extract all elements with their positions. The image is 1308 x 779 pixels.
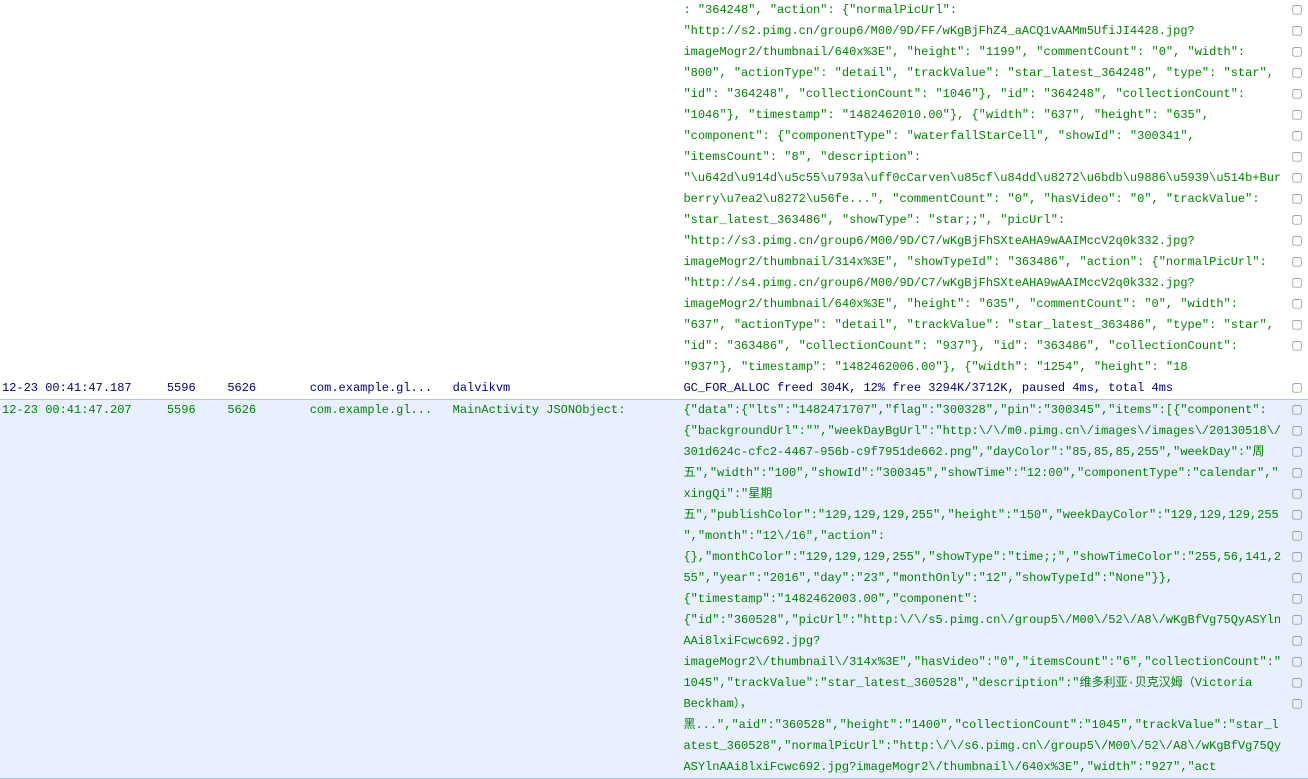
breakpoint-icon[interactable]: ▢	[1291, 487, 1302, 501]
breakpoint-icon[interactable]: ▢	[1291, 66, 1302, 80]
breakpoint-icon[interactable]: ▢	[1291, 655, 1302, 669]
log-package	[308, 0, 451, 378]
breakpoint-icon[interactable]: ▢	[1291, 318, 1302, 332]
log-message: {"data":{"lts":"1482471707","flag":"3003…	[681, 400, 1286, 779]
log-row[interactable]: 12-23 00:41:47.20755965626 com.example.gl…	[0, 400, 1308, 779]
breakpoint-icon[interactable]: ▢	[1291, 255, 1302, 269]
log-package: com.example.gl...	[308, 400, 451, 779]
breakpoint-icon[interactable]: ▢	[1291, 424, 1302, 438]
log-level	[286, 400, 308, 779]
log-tid	[225, 0, 285, 378]
breakpoint-icon[interactable]: ▢	[1291, 697, 1302, 711]
breakpoint-icon[interactable]: ▢	[1291, 592, 1302, 606]
breakpoint-icon[interactable]: ▢	[1291, 381, 1302, 395]
breakpoint-icon[interactable]: ▢	[1291, 24, 1302, 38]
log-pid: 5596	[165, 400, 225, 779]
log-time: 12-23 00:41:47.207	[0, 400, 165, 779]
breakpoint-icon[interactable]: ▢	[1291, 150, 1302, 164]
log-pid	[165, 0, 225, 378]
breakpoint-icon[interactable]: ▢	[1291, 634, 1302, 648]
breakpoint-icon[interactable]: ▢	[1291, 213, 1302, 227]
breakpoint-icon[interactable]: ▢	[1291, 403, 1302, 417]
breakpoint-icon[interactable]: ▢	[1291, 676, 1302, 690]
log-spacer	[648, 400, 681, 779]
breakpoint-icon[interactable]: ▢	[1291, 3, 1302, 17]
log-row[interactable]: 12-23 00:41:47.18755965626 com.example.gl…	[0, 378, 1308, 400]
breakpoint-icon[interactable]: ▢	[1291, 234, 1302, 248]
breakpoint-gutter[interactable]: ▢ ▢ ▢ ▢ ▢ ▢ ▢ ▢ ▢ ▢ ▢ ▢ ▢ ▢ ▢ ▢ ▢	[1286, 0, 1308, 378]
log-package: com.example.gl...	[308, 378, 451, 400]
log-tag: dalvikvm	[451, 378, 649, 400]
logcat-body: : "364248", "action": {"normalPicUrl": "…	[0, 0, 1308, 779]
breakpoint-icon[interactable]: ▢	[1291, 276, 1302, 290]
log-level	[286, 0, 308, 378]
log-level	[286, 378, 308, 400]
log-spacer	[648, 378, 681, 400]
log-pid: 5596	[165, 378, 225, 400]
breakpoint-icon[interactable]: ▢	[1291, 508, 1302, 522]
log-spacer	[648, 0, 681, 378]
breakpoint-icon[interactable]: ▢	[1291, 45, 1302, 59]
log-time	[0, 0, 165, 378]
log-message: GC_FOR_ALLOC freed 304K, 12% free 3294K/…	[681, 378, 1286, 400]
log-tid: 5626	[225, 400, 285, 779]
breakpoint-gutter[interactable]: ▢	[1286, 378, 1308, 400]
log-row[interactable]: : "364248", "action": {"normalPicUrl": "…	[0, 0, 1308, 378]
breakpoint-icon[interactable]: ▢	[1291, 297, 1302, 311]
breakpoint-icon[interactable]: ▢	[1291, 339, 1302, 353]
breakpoint-icon[interactable]: ▢	[1291, 445, 1302, 459]
log-tag: MainActivity JSONObject:	[451, 400, 649, 779]
breakpoint-icon[interactable]: ▢	[1291, 550, 1302, 564]
breakpoint-icon[interactable]: ▢	[1291, 87, 1302, 101]
breakpoint-icon[interactable]: ▢	[1291, 108, 1302, 122]
breakpoint-icon[interactable]: ▢	[1291, 171, 1302, 185]
breakpoint-icon[interactable]: ▢	[1291, 192, 1302, 206]
log-tag	[451, 0, 649, 378]
breakpoint-icon[interactable]: ▢	[1291, 529, 1302, 543]
log-time: 12-23 00:41:47.187	[0, 378, 165, 400]
breakpoint-icon[interactable]: ▢	[1291, 613, 1302, 627]
breakpoint-icon[interactable]: ▢	[1291, 466, 1302, 480]
breakpoint-icon[interactable]: ▢	[1291, 571, 1302, 585]
breakpoint-gutter[interactable]: ▢ ▢ ▢ ▢ ▢ ▢ ▢ ▢ ▢ ▢ ▢ ▢ ▢ ▢ ▢	[1286, 400, 1308, 779]
breakpoint-icon[interactable]: ▢	[1291, 129, 1302, 143]
logcat-table: : "364248", "action": {"normalPicUrl": "…	[0, 0, 1308, 779]
log-message: : "364248", "action": {"normalPicUrl": "…	[681, 0, 1286, 378]
log-tid: 5626	[225, 378, 285, 400]
